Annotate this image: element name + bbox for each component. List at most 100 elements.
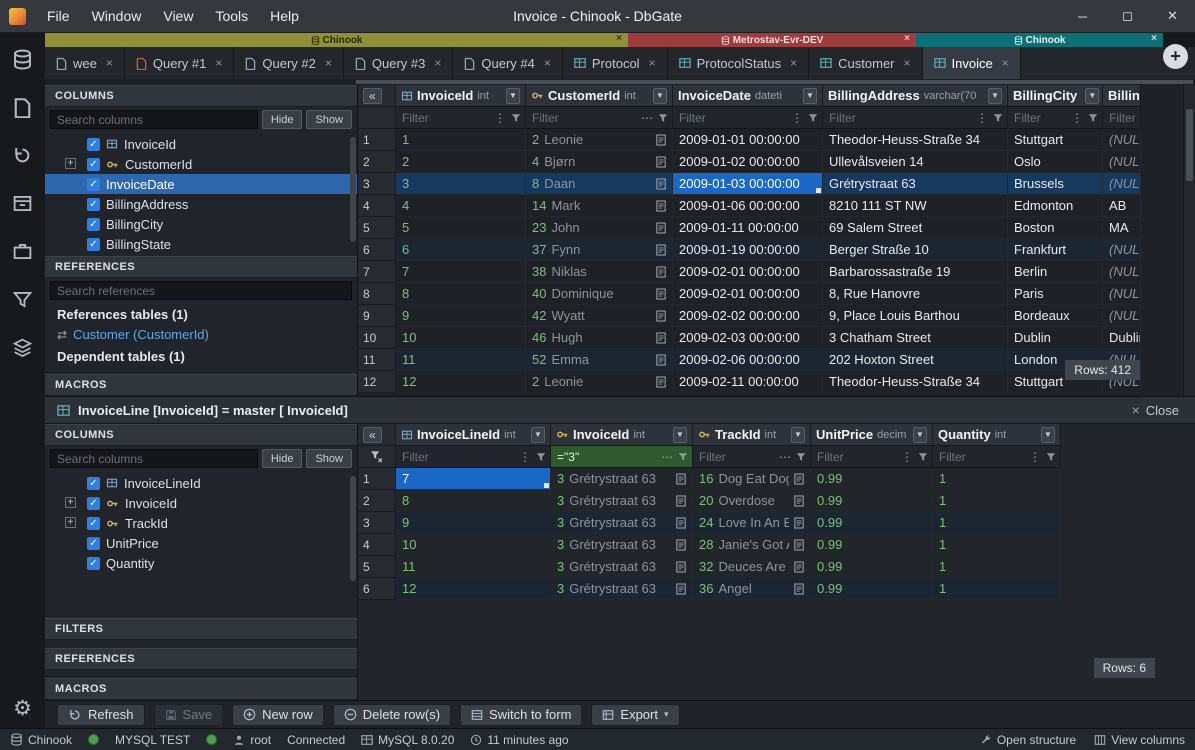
tab-customer[interactable]: Customer× (809, 47, 922, 79)
filter-input[interactable] (1014, 111, 1068, 125)
grid-cell[interactable]: 1 (933, 490, 1061, 512)
grid-cell[interactable]: 1 (933, 578, 1061, 600)
tab-group-chinook-2[interactable]: Chinook× (916, 33, 1163, 47)
row-number[interactable]: 3 (358, 512, 396, 534)
tab-close-icon[interactable]: × (904, 56, 911, 70)
archive-icon[interactable] (12, 193, 33, 214)
filter-input[interactable] (532, 111, 638, 125)
status-mysql-test[interactable]: MYSQL TEST (115, 733, 190, 747)
open-reference-button[interactable] (656, 354, 666, 366)
show-button[interactable]: Show (306, 110, 352, 129)
grid-cell[interactable]: (NULL) (1103, 261, 1141, 283)
tab-close-icon[interactable]: × (325, 56, 332, 70)
grid-cell[interactable]: 3Grétrystraat 63 (551, 490, 693, 512)
column-menu-chevron-icon[interactable]: ▼ (791, 427, 805, 443)
grid-cell[interactable]: 3Grétrystraat 63 (551, 578, 693, 600)
filter-funnel-button[interactable] (509, 113, 525, 123)
grid-cell[interactable]: (NULL) (1103, 173, 1141, 195)
collapse-grid-button[interactable]: « (358, 85, 396, 107)
filter-input[interactable] (817, 450, 898, 464)
references-section-header[interactable]: REFERENCES (45, 256, 357, 278)
column-tree-item-invoiceid[interactable]: ✓InvoiceId (45, 134, 357, 154)
grid-cell[interactable]: 0.99 (811, 512, 933, 534)
grid-cell[interactable]: 9 (396, 305, 526, 327)
filter-input[interactable] (402, 111, 491, 125)
filter-funnel-icon[interactable] (796, 452, 806, 462)
grid-cell[interactable]: 2009-02-02 00:00:00 (673, 305, 823, 327)
row-number[interactable]: 11 (358, 349, 396, 371)
filter-menu-icon[interactable]: ⋮ (519, 450, 531, 464)
close-detail-button[interactable]: × Close (1132, 402, 1183, 418)
grid-cell[interactable]: 2009-01-01 00:00:00 (673, 129, 823, 151)
grid-cell[interactable]: Oslo (1008, 151, 1103, 173)
filter-funnel-icon[interactable] (678, 452, 688, 462)
expand-icon[interactable]: + (65, 158, 76, 169)
grid-cell[interactable]: 3Grétrystraat 63 (551, 512, 693, 534)
column-menu-chevron-icon[interactable]: ▼ (913, 427, 927, 443)
database-icon[interactable] (12, 49, 33, 70)
grid-cell[interactable]: 2009-01-02 00:00:00 (673, 151, 823, 173)
grid-cell[interactable]: 202 Hoxton Street (823, 349, 1008, 371)
open-reference-button[interactable] (794, 583, 804, 595)
column-tree-item-billingaddress[interactable]: ✓BillingAddress (45, 194, 357, 214)
filter-input[interactable] (699, 450, 776, 464)
open-reference-icon[interactable] (676, 495, 686, 507)
grid-cell[interactable]: 1 (396, 129, 526, 151)
tab-group-close-icon[interactable]: × (616, 33, 622, 44)
grid-cell[interactable]: 7 (396, 468, 551, 490)
grid-cell[interactable]: Boston (1008, 217, 1103, 239)
grid-cell[interactable]: 1 (933, 468, 1061, 490)
row-number[interactable]: 4 (358, 534, 396, 556)
detail-show-button[interactable]: Show (306, 449, 352, 468)
column-checkbox[interactable]: ✓ (87, 158, 100, 171)
filter-menu-icon[interactable]: ⋮ (1029, 450, 1041, 464)
filter-funnel-icon[interactable] (536, 452, 546, 462)
detail-columns-section-header[interactable]: COLUMNS (45, 424, 357, 446)
menu-window[interactable]: Window (81, 0, 153, 33)
grid-cell[interactable]: 8 (396, 283, 526, 305)
column-checkbox[interactable]: ✓ (87, 477, 100, 490)
open-reference-icon[interactable] (676, 539, 686, 551)
grid-cell[interactable]: 42Wyatt (526, 305, 673, 327)
open-reference-icon[interactable] (794, 561, 804, 573)
grid-cell[interactable]: 8 (396, 490, 551, 512)
open-reference-icon[interactable] (794, 517, 804, 529)
row-number[interactable]: 6 (358, 578, 396, 600)
grid-cell[interactable]: (NULL) (1103, 305, 1141, 327)
row-number[interactable]: 4 (358, 195, 396, 217)
column-tree-item-trackid[interactable]: +✓TrackId (45, 513, 357, 533)
column-checkbox[interactable]: ✓ (87, 537, 100, 550)
status-open-structure[interactable]: Open structure (980, 733, 1076, 747)
open-reference-button[interactable] (676, 561, 686, 573)
grid-cell[interactable]: Ullevålsveien 14 (823, 151, 1008, 173)
grid-cell[interactable]: 16Dog Eat Dog (693, 468, 811, 490)
grid-cell[interactable]: 0.99 (811, 468, 933, 490)
detail-hide-button[interactable]: Hide (262, 449, 303, 468)
column-tree-item-billingcity[interactable]: ✓BillingCity (45, 214, 357, 234)
tab-protocol[interactable]: Protocol× (563, 47, 668, 79)
grid-cell[interactable]: 2009-01-19 00:00:00 (673, 239, 823, 261)
open-reference-icon[interactable] (676, 473, 686, 485)
menu-tools[interactable]: Tools (204, 0, 259, 33)
export-button[interactable]: Export▾ (591, 704, 679, 726)
column-checkbox[interactable]: ✓ (87, 198, 100, 211)
open-reference-icon[interactable] (656, 200, 666, 212)
menu-view[interactable]: View (152, 0, 204, 33)
row-number[interactable]: 12 (358, 371, 396, 393)
filter-menu-icon[interactable]: ⋮ (494, 111, 506, 125)
grid-cell[interactable]: 1 (933, 512, 1061, 534)
grid-cell[interactable]: 2009-02-11 00:00:00 (673, 371, 823, 393)
grid-cell[interactable]: Berger Straße 10 (823, 239, 1008, 261)
collapse-grid-button[interactable]: « (358, 424, 396, 446)
open-reference-button[interactable] (676, 517, 686, 529)
grid-cell[interactable]: 2009-01-11 00:00:00 (673, 217, 823, 239)
grid-cell[interactable]: 40Dominique (526, 283, 673, 305)
column-menu-chevron-icon[interactable]: ▼ (1041, 427, 1055, 443)
detail-references-section-header[interactable]: REFERENCES (45, 648, 357, 670)
open-reference-button[interactable] (794, 517, 804, 529)
row-number[interactable]: 6 (358, 239, 396, 261)
menu-file[interactable]: File (36, 0, 81, 33)
filters-section-header[interactable]: FILTERS (45, 618, 357, 640)
settings-gear-icon[interactable]: ⚙ (13, 698, 32, 719)
tab-close-icon[interactable]: × (434, 56, 441, 70)
